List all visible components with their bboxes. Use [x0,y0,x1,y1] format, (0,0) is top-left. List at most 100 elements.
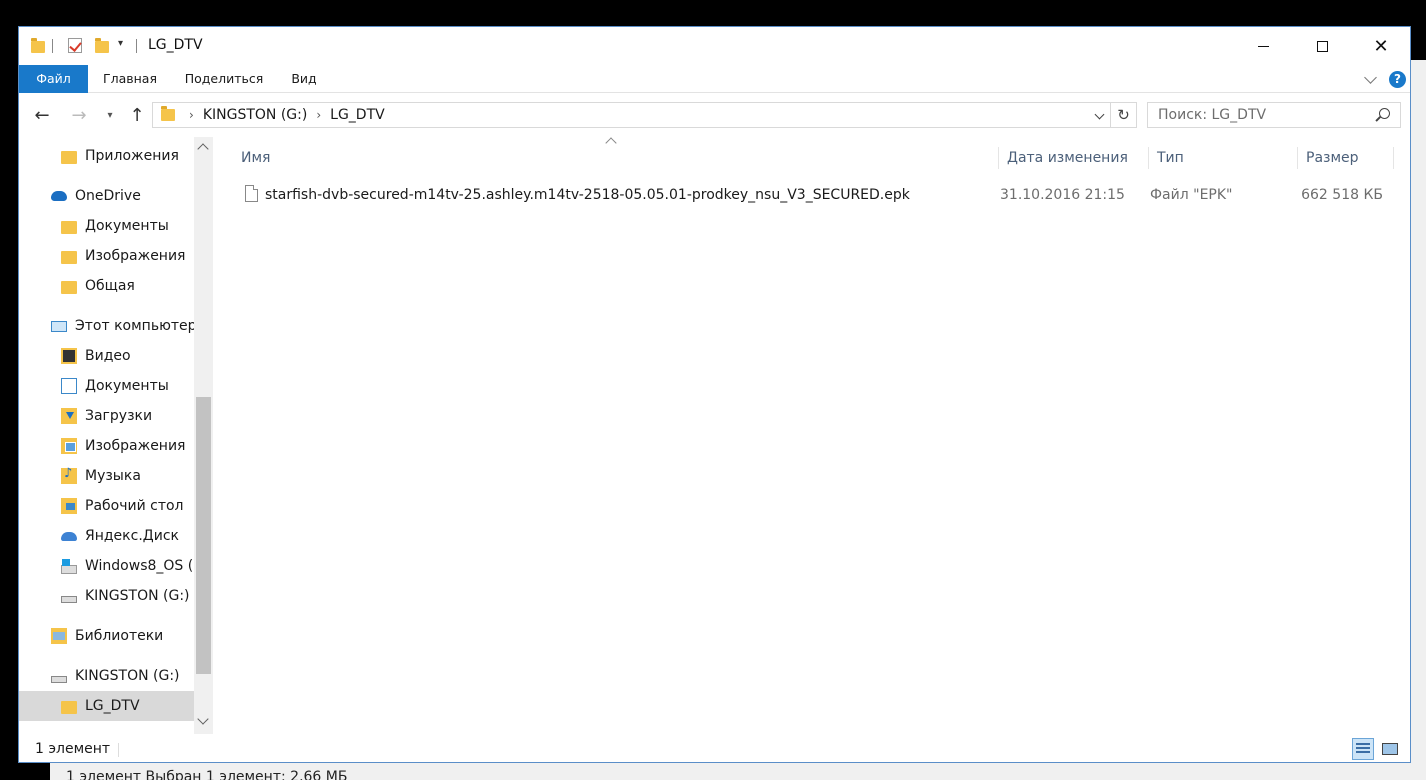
yandex-disk-icon [61,531,77,541]
pictures-folder-icon [61,438,77,454]
details-view-button[interactable] [1352,738,1374,760]
sidebar-item-label: Библиотеки [75,628,164,644]
onedrive-icon [51,191,67,201]
sidebar-item-label: Этот компьютер [75,318,194,334]
properties-icon[interactable] [68,38,82,53]
sidebar-item-documents[interactable]: Документы [19,371,194,401]
sidebar-item-label: Изображения [85,438,186,454]
refresh-icon[interactable]: ↻ [1110,103,1136,127]
sidebar-item-kingston-root[interactable]: KINGSTON (G:) [19,661,194,691]
breadcrumb-item[interactable]: LG_DTV [330,107,385,123]
item-count: 1 элемент [35,741,111,757]
downloads-folder-icon [61,408,77,424]
sidebar-item-label: Рабочий стол [85,498,184,514]
sidebar-item-pictures[interactable]: Изображения [19,431,194,461]
sidebar-item-label: Документы [85,218,169,234]
breadcrumb-item[interactable]: KINGSTON (G:) [203,107,308,123]
sidebar-item-shared[interactable]: Общая [19,271,194,301]
up-button[interactable]: ↑ [126,103,148,127]
address-dropdown-icon[interactable] [1094,109,1105,120]
title-bar: ▾ LG_DTV ✕ [19,27,1410,65]
scroll-down-icon[interactable] [197,713,209,725]
search-icon[interactable] [1379,108,1390,119]
sidebar-item-kingston-drive[interactable]: KINGSTON (G:) [19,581,194,611]
file-size: 662 518 КБ [1301,187,1383,203]
sidebar-item-onedrive-pictures[interactable]: Изображения [19,241,194,271]
sidebar-item-desktop[interactable]: Рабочий стол [19,491,194,521]
sidebar-item-music[interactable]: Музыка [19,461,194,491]
sidebar-item-videos[interactable]: Видео [19,341,194,371]
background-window-statusbar: 1 элемент Выбран 1 элемент: 2,66 МБ [50,763,1426,780]
sidebar-item-label: Приложения [85,148,179,164]
scroll-up-icon[interactable] [197,143,209,155]
help-icon[interactable]: ? [1389,71,1406,88]
computer-icon [51,320,67,332]
recent-locations-button[interactable]: ▾ [103,103,117,127]
sidebar-item-label: Документы [85,378,169,394]
column-header-type[interactable]: Тип [1149,147,1298,169]
minimize-icon [1257,45,1269,47]
divider [52,39,53,53]
back-button[interactable]: ← [31,103,53,127]
table-row[interactable]: starfish-dvb-secured-m14tv-25.ashley.m14… [239,181,1395,209]
file-type: Файл "EPK" [1150,187,1233,203]
ribbon-tabs: Файл Главная Поделиться Вид ? [19,65,1410,93]
sidebar-item-onedrive[interactable]: OneDrive [19,181,194,211]
breadcrumb-separator-icon[interactable]: › [189,108,194,122]
background-window-edge [1410,60,1426,763]
customize-quick-access-icon[interactable]: ▾ [118,38,123,49]
sidebar-item-lg-dtv[interactable]: LG_DTV [19,691,194,721]
address-bar[interactable]: › KINGSTON (G:) › LG_DTV ↻ [152,102,1137,128]
sidebar-item-label: KINGSTON (G:) [75,668,180,684]
search-box[interactable] [1147,102,1401,128]
folder-icon [31,38,45,53]
folder-icon [61,220,77,234]
tab-view[interactable]: Вид [281,65,327,93]
breadcrumb-separator-icon[interactable]: › [316,108,321,122]
back-arrow-icon: ← [34,104,50,126]
folder-icon [161,106,175,121]
new-folder-icon[interactable] [95,38,109,53]
sidebar-item-label: LG_DTV [85,698,140,714]
expand-ribbon-chevron-icon[interactable] [1364,71,1377,84]
close-button[interactable]: ✕ [1352,27,1410,65]
sidebar-item-label: Загрузки [85,408,153,424]
folder-icon [61,250,77,264]
up-arrow-icon: ↑ [129,104,145,126]
sidebar-item-this-pc[interactable]: Этот компьютер [19,311,194,341]
file-date: 31.10.2016 21:15 [1000,187,1125,203]
usb-drive-icon [51,675,67,683]
minimize-button[interactable] [1234,27,1292,65]
forward-button[interactable]: → [68,103,90,127]
sidebar-item-apps[interactable]: Приложения [19,141,194,171]
close-icon: ✕ [1373,35,1389,57]
sidebar-item-label: Видео [85,348,131,364]
search-input[interactable] [1148,103,1368,127]
divider [118,743,119,757]
scrollbar-thumb[interactable] [196,397,211,674]
tab-home[interactable]: Главная [92,65,168,93]
large-icons-view-icon [1382,743,1398,755]
background-status-text: 1 элемент Выбран 1 элемент: 2,66 МБ [66,769,348,780]
column-header-size[interactable]: Размер [1298,147,1394,169]
sidebar-scrollbar[interactable] [194,137,213,734]
sidebar-item-downloads[interactable]: Загрузки [19,401,194,431]
file-icon [245,185,258,202]
chevron-down-icon: ▾ [107,109,113,121]
file-list: Имя Дата изменения Тип Размер starfish-d… [215,137,1410,734]
sidebar-item-onedrive-documents[interactable]: Документы [19,211,194,241]
sidebar-item-yandex-disk[interactable]: Яндекс.Диск [19,521,194,551]
documents-folder-icon [61,378,77,394]
sidebar-item-libraries[interactable]: Библиотеки [19,621,194,651]
sidebar-item-label: Изображения [85,248,186,264]
folder-icon [61,280,77,294]
tab-share[interactable]: Поделиться [176,65,272,93]
column-header-name[interactable]: Имя [233,147,999,169]
video-folder-icon [61,348,77,364]
tab-file[interactable]: Файл [19,65,88,93]
maximize-button[interactable] [1293,27,1351,65]
libraries-icon [51,628,67,644]
large-icons-view-button[interactable] [1379,738,1401,760]
column-header-date[interactable]: Дата изменения [999,147,1149,169]
sidebar-item-windows-drive[interactable]: Windows8_OS (C [19,551,194,581]
